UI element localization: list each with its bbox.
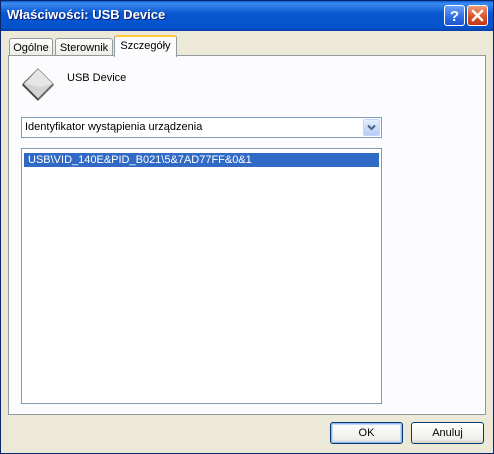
property-values-list[interactable]: USB\VID_140E&PID_B021\5&7AD77FF&0&1 bbox=[21, 148, 382, 404]
property-select[interactable]: Identyfikator wystąpienia urządzenia bbox=[21, 117, 382, 138]
close-button[interactable] bbox=[467, 5, 488, 26]
properties-dialog: Właściwości: USB Device ? Ogólne Sterown… bbox=[0, 0, 494, 454]
tab-driver-label: Sterownik bbox=[59, 42, 109, 54]
title-bar[interactable]: Właściwości: USB Device ? bbox=[1, 1, 493, 31]
list-item[interactable]: USB\VID_140E&PID_B021\5&7AD77FF&0&1 bbox=[24, 153, 379, 167]
window-title: Właściwości: USB Device bbox=[7, 7, 166, 22]
tab-details-label: Szczegóły bbox=[120, 40, 171, 52]
ok-button[interactable]: OK bbox=[330, 422, 403, 444]
device-name: USB Device bbox=[67, 72, 127, 84]
tab-general[interactable]: Ogólne bbox=[9, 38, 53, 56]
chevron-down-icon bbox=[367, 124, 376, 131]
tab-details[interactable]: Szczegóły bbox=[114, 35, 177, 57]
cancel-button[interactable]: Anuluj bbox=[411, 422, 484, 444]
help-button[interactable]: ? bbox=[444, 5, 465, 26]
svg-text:?: ? bbox=[450, 8, 459, 25]
close-icon bbox=[471, 9, 484, 22]
dropdown-button[interactable] bbox=[363, 119, 380, 136]
usb-device-icon bbox=[22, 68, 54, 101]
help-icon: ? bbox=[450, 8, 459, 25]
tab-general-label: Ogólne bbox=[13, 42, 49, 54]
property-select-value: Identyfikator wystąpienia urządzenia bbox=[25, 121, 203, 133]
tab-driver[interactable]: Sterownik bbox=[55, 38, 113, 56]
